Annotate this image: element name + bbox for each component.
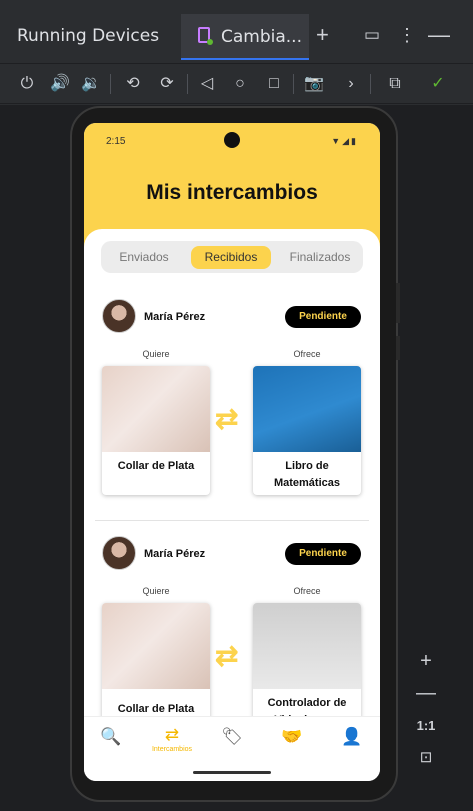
title-bar: Running Devices Cambia... + ▭ ⋮ — [0,0,473,64]
page-title: Mis intercambios [146,181,318,204]
segmented-tabs: Enviados Recibidos Finalizados [101,241,363,273]
rotate-left-icon[interactable]: ⟲ [122,73,144,95]
nav-offers[interactable]: 🏷 [207,727,257,747]
offers-label: Ofrece [293,586,321,596]
overview-icon[interactable]: □ [263,73,285,95]
divider [95,520,369,521]
check-icon[interactable]: ✓ [427,73,449,95]
status-badge: Pendiente [285,306,361,328]
book-image [253,366,361,452]
status-badge: Pendiente [285,543,361,565]
item-title: Libro de Matemáticas [273,460,341,489]
nav-deals[interactable]: 🤝 [267,727,317,747]
zoom-fit-icon[interactable]: ⊡ [409,748,443,766]
offered-item-card[interactable]: Libro de Matemáticas [253,366,361,495]
gesture-bar [193,771,271,774]
tab-recibidos[interactable]: Recibidos [191,246,271,269]
nav-profile[interactable]: 👤 [327,727,377,747]
tab-finalizados[interactable]: Finalizados [281,246,359,269]
controller-image [253,603,361,689]
add-tab-icon[interactable]: + [316,24,329,46]
volume-up-icon[interactable]: 🔊 [49,73,71,95]
camera-cutout [224,132,240,148]
phone-side-button [396,336,400,360]
offered-item-card[interactable]: Controlador de Videojuegos [253,603,361,732]
back-icon[interactable]: ◁ [196,73,218,95]
search-icon: 🔍 [100,727,122,746]
tab-enviados[interactable]: Enviados [105,246,183,269]
more-options-icon[interactable]: ⋮ [398,24,416,46]
wanted-item-card[interactable]: Collar de Plata [102,366,210,495]
window-title: Running Devices [17,26,160,46]
wants-label: Quiere [142,349,170,359]
zoom-in-icon[interactable]: + [409,650,443,673]
device-tab-label: Cambia... [221,27,302,47]
user-name: María Pérez [144,311,206,323]
swap-icon: ⇄ [164,725,180,744]
offers-label: Ofrece [293,349,321,359]
handshake-icon: 🤝 [281,727,303,746]
status-icons: ▼◢▮ [331,136,358,146]
device-toolbar: ⏻ 🔊 🔉 ⟲ ⟳ ◁ ○ □ 📷 › ⧉ ✓ [0,64,473,104]
zoom-out-icon[interactable]: — [409,682,443,705]
more-icon[interactable]: › [340,73,362,95]
screenshot-icon[interactable]: 📷 [303,73,325,95]
necklace-image [102,366,210,452]
phone-side-button [396,283,400,323]
necklace-image [102,603,210,689]
zoom-reset-button[interactable]: 1:1 [409,718,443,733]
volume-down-icon[interactable]: 🔉 [80,73,102,95]
avatar [102,299,136,333]
device-icon [198,27,213,45]
nav-intercambios[interactable]: ⇄ Intercambios [147,725,197,753]
home-icon[interactable]: ○ [229,73,251,95]
toolbar-separator [110,74,111,94]
person-icon: 👤 [341,727,363,746]
zoom-controls: + — 1:1 ⊡ [409,646,443,776]
nav-search[interactable]: 🔍 [86,727,136,747]
avatar [102,536,136,570]
window-layout-icon[interactable]: ▭ [364,24,380,46]
swap-icon: ⇄ [215,403,239,434]
status-time: 2:15 [106,136,126,147]
wants-label: Quiere [142,586,170,596]
power-icon[interactable]: ⏻ [16,73,38,95]
toolbar-separator [370,74,371,94]
user-name: María Pérez [144,548,206,560]
minimize-icon[interactable]: — [428,24,450,46]
item-title: Collar de Plata [117,460,195,472]
swap-icon: ⇄ [215,640,239,671]
toolbar-separator [293,74,294,94]
toolbar-separator [187,74,188,94]
device-manager-icon[interactable]: ⧉ [384,73,406,95]
tag-icon: 🏷 [221,727,243,746]
wanted-item-card[interactable]: Collar de Plata [102,603,210,732]
nav-label: Intercambios [151,746,193,753]
device-screen: 2:15 ▼◢▮ Mis intercambios Enviados Recib… [84,123,380,781]
device-tab[interactable]: Cambia... [181,14,309,60]
rotate-right-icon[interactable]: ⟳ [156,73,178,95]
